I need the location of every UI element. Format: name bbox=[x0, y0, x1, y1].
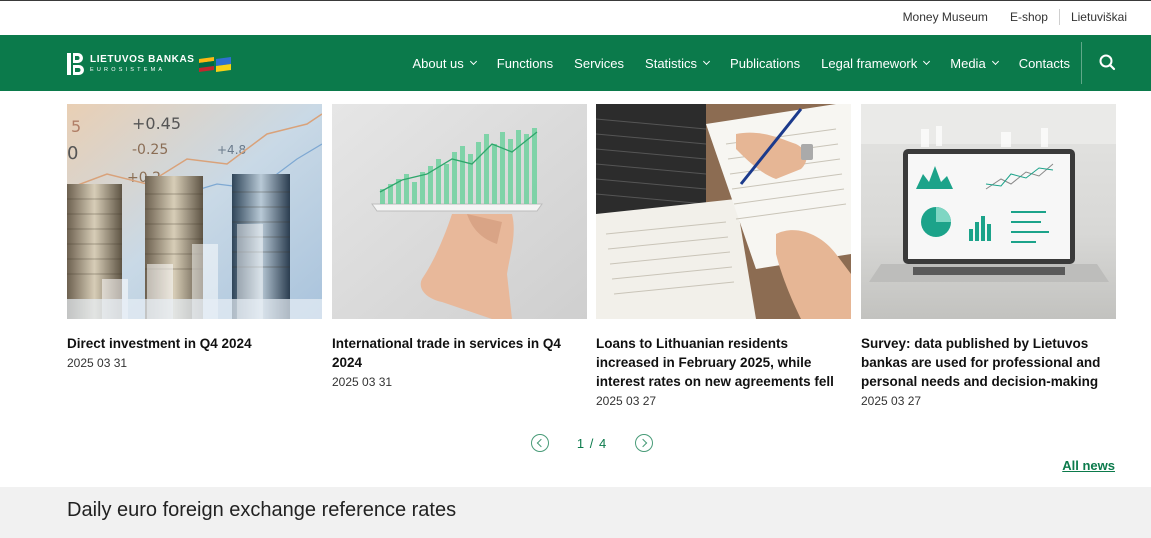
news-image-hand-chart[interactable] bbox=[332, 104, 587, 319]
flags bbox=[198, 56, 233, 72]
nav-item-legal-framework[interactable]: Legal framework bbox=[821, 55, 931, 71]
utility-links: Money Museum E-shop Lietuviškai bbox=[892, 9, 1127, 25]
divider bbox=[1081, 42, 1082, 84]
e-shop-link[interactable]: E-shop bbox=[999, 10, 1059, 24]
money-museum-link[interactable]: Money Museum bbox=[892, 10, 999, 24]
chevron-down-icon bbox=[469, 57, 477, 66]
nav-item-label: Contacts bbox=[1018, 55, 1070, 71]
svg-text:-0.25: -0.25 bbox=[132, 142, 168, 158]
nav-item-label: About us bbox=[412, 55, 464, 71]
nav-item-media[interactable]: Media bbox=[950, 55, 999, 71]
nav-item-label: Functions bbox=[496, 55, 554, 71]
nav-item-label: Media bbox=[950, 55, 986, 71]
nav-item-statistics[interactable]: Statistics bbox=[645, 55, 711, 71]
nav-menu: About us Functions Services Statistics P… bbox=[412, 35, 1070, 91]
ukraine-flag-icon bbox=[215, 56, 231, 72]
news-date: 2025 03 31 bbox=[67, 356, 128, 370]
news-date: 2025 03 31 bbox=[332, 375, 393, 389]
news-title[interactable]: Loans to Lithuanian residents increased … bbox=[596, 334, 851, 391]
carousel-pager: 1 / 4 bbox=[531, 433, 653, 453]
news-card[interactable]: International trade in services in Q4 20… bbox=[332, 104, 587, 389]
news-date: 2025 03 27 bbox=[596, 394, 657, 408]
nav-item-label: Statistics bbox=[645, 55, 698, 71]
lithuania-flag-icon bbox=[198, 56, 214, 72]
svg-text:5: 5 bbox=[71, 117, 81, 136]
news-image-documents[interactable] bbox=[596, 104, 851, 319]
chevron-down-icon bbox=[923, 57, 931, 66]
news-carousel: +0.45 -0.25 5 0 +0.2 +4.8 Direct investm… bbox=[67, 104, 1116, 424]
page-indicator: 1 / 4 bbox=[549, 436, 635, 451]
news-date: 2025 03 27 bbox=[861, 394, 922, 408]
nav-item-services[interactable]: Services bbox=[574, 56, 624, 71]
current-page: 1 bbox=[576, 435, 586, 451]
news-card[interactable]: Survey: data published by Lietuvos banka… bbox=[861, 104, 1116, 408]
nav-item-functions[interactable]: Functions bbox=[497, 56, 553, 71]
nav-item-about-us[interactable]: About us bbox=[412, 55, 477, 71]
logo-wordmark: LIETUVOS BANKAS EUROSISTEMA bbox=[90, 53, 195, 74]
news-title[interactable]: Direct investment in Q4 2024 bbox=[67, 334, 322, 353]
chevron-down-icon bbox=[991, 57, 999, 66]
svg-text:0: 0 bbox=[67, 143, 78, 164]
nav-item-publications[interactable]: Publications bbox=[730, 56, 800, 71]
nav-item-label: Legal framework bbox=[821, 55, 918, 71]
main-navigation: LIETUVOS BANKAS EUROSISTEMA About us Fun… bbox=[0, 35, 1151, 91]
next-page-button[interactable] bbox=[635, 434, 653, 452]
svg-text:+0.45: +0.45 bbox=[132, 114, 181, 133]
logo-subtitle: EUROSISTEMA bbox=[90, 66, 166, 73]
news-image-laptop[interactable] bbox=[861, 104, 1116, 319]
top-utility-bar: Money Museum E-shop Lietuviškai bbox=[0, 0, 1151, 35]
previous-page-button[interactable] bbox=[531, 434, 549, 452]
nav-item-label: Services bbox=[574, 55, 625, 71]
logo-title: LIETUVOS BANKAS bbox=[90, 53, 195, 65]
search-button[interactable] bbox=[1098, 53, 1118, 73]
nav-item-label: Publications bbox=[730, 55, 801, 71]
news-card[interactable]: +0.45 -0.25 5 0 +0.2 +4.8 Direct investm… bbox=[67, 104, 322, 370]
news-title[interactable]: International trade in services in Q4 20… bbox=[332, 334, 587, 372]
site-logo[interactable]: LIETUVOS BANKAS EUROSISTEMA bbox=[67, 51, 233, 77]
exchange-rates-section: Daily euro foreign exchange reference ra… bbox=[0, 487, 1151, 538]
chevron-down-icon bbox=[703, 57, 711, 66]
total-pages: 4 bbox=[598, 435, 608, 451]
search-icon bbox=[1099, 54, 1116, 71]
nav-item-contacts[interactable]: Contacts bbox=[1019, 56, 1070, 71]
bank-emblem-icon bbox=[67, 52, 85, 76]
language-switch-link[interactable]: Lietuviškai bbox=[1060, 10, 1127, 24]
section-title: Daily euro foreign exchange reference ra… bbox=[67, 499, 457, 521]
news-card[interactable]: Loans to Lithuanian residents increased … bbox=[596, 104, 851, 408]
all-news-link[interactable]: All news bbox=[1062, 458, 1115, 473]
page-separator: / bbox=[589, 435, 595, 451]
news-title[interactable]: Survey: data published by Lietuvos banka… bbox=[861, 334, 1116, 391]
svg-text:+4.8: +4.8 bbox=[217, 143, 246, 157]
news-image-coins[interactable]: +0.45 -0.25 5 0 +0.2 +4.8 bbox=[67, 104, 322, 319]
